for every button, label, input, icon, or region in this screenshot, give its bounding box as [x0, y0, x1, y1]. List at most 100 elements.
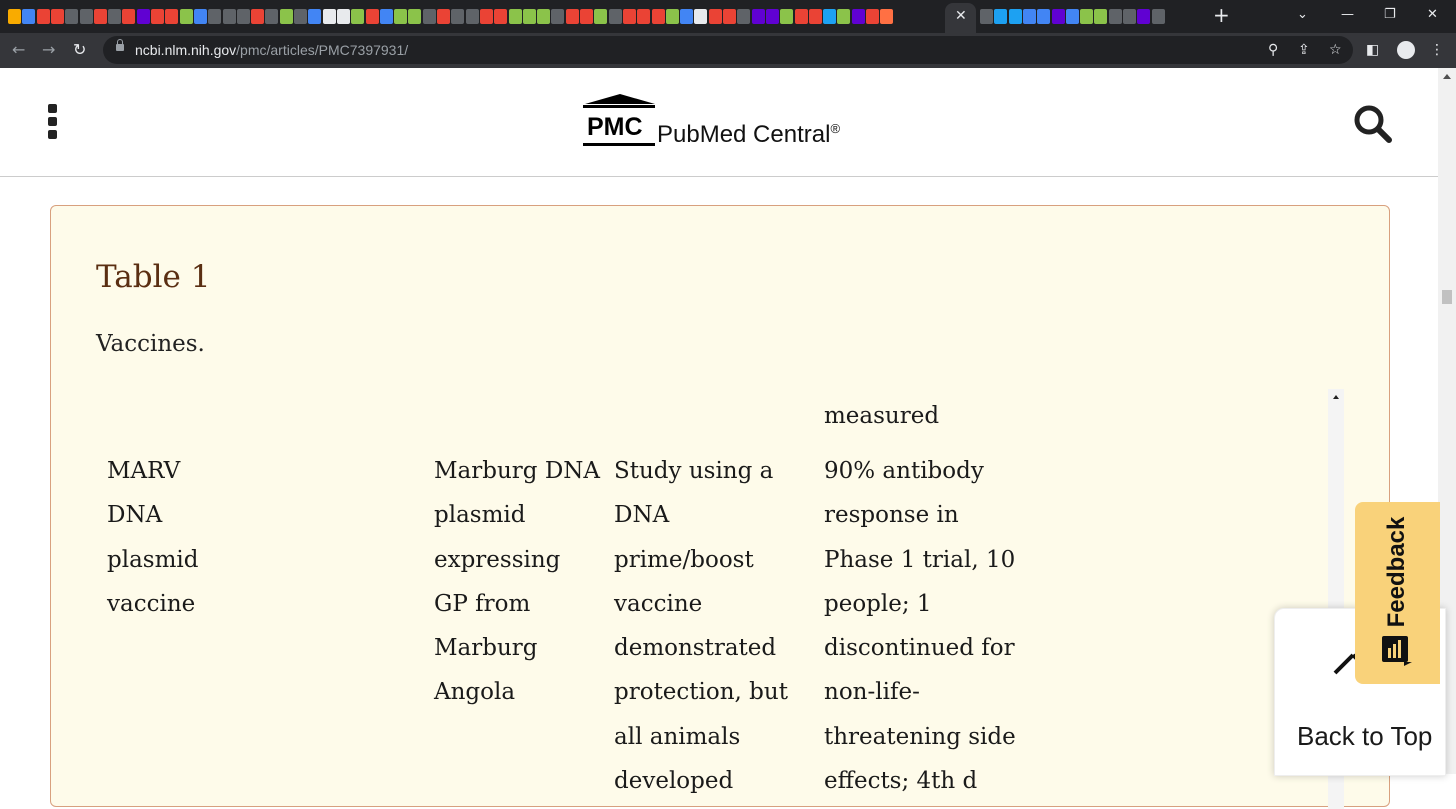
search-icon[interactable] [1352, 103, 1392, 143]
tab-favicon-icon[interactable] [151, 9, 164, 24]
tab-favicon-icon[interactable] [851, 9, 865, 24]
bookmark-star-icon[interactable]: ☆ [1329, 41, 1342, 59]
tab-favicon-icon[interactable] [837, 9, 851, 24]
tab-favicon-icon[interactable] [808, 9, 822, 24]
tab-favicon-icon[interactable] [751, 9, 765, 24]
close-tab-icon[interactable]: ✕ [955, 7, 967, 25]
tab-favicon-icon[interactable] [308, 9, 322, 24]
tab-favicon-icon[interactable] [980, 9, 993, 24]
tab-favicon-icon[interactable] [994, 9, 1008, 24]
tab-favicon-icon[interactable] [637, 9, 651, 24]
tab-favicon-icon[interactable] [780, 9, 794, 24]
tab-favicon-icon[interactable] [251, 9, 265, 24]
minimize-icon[interactable]: — [1341, 6, 1354, 24]
tab-favicon-icon[interactable] [222, 9, 236, 24]
tab-favicon-icon[interactable] [680, 9, 694, 24]
reload-icon[interactable]: ↻ [73, 41, 86, 59]
tab-favicon-icon[interactable] [1037, 9, 1051, 24]
tab-favicon-icon[interactable] [1022, 9, 1036, 24]
tab-favicon-icon[interactable] [422, 9, 436, 24]
tab-favicon-icon[interactable] [794, 9, 808, 24]
tab-favicon-icon[interactable] [622, 9, 636, 24]
tab-favicon-icon[interactable] [1094, 9, 1108, 24]
pmc-logo[interactable]: PMC [583, 94, 659, 148]
page-scrollbar-thumb[interactable] [1442, 290, 1452, 304]
feedback-button[interactable]: Feedback [1355, 502, 1440, 684]
tab-favicon-icon[interactable] [336, 9, 350, 24]
chrome-menu-icon[interactable]: ⋮ [1430, 41, 1444, 59]
tab-favicon-icon[interactable] [494, 9, 508, 24]
tab-favicon-icon[interactable] [1080, 9, 1094, 24]
tab-favicon-icon[interactable] [765, 9, 779, 24]
tab-favicon-icon[interactable] [866, 9, 879, 24]
tab-favicon-icon[interactable] [723, 9, 736, 24]
scroll-up-arrow-icon[interactable] [1443, 74, 1451, 79]
tab-favicon-icon[interactable] [737, 9, 751, 24]
tab-favicon-icon[interactable] [136, 9, 150, 24]
tab-favicon-icon[interactable] [823, 9, 837, 24]
tab-favicon-icon[interactable] [394, 9, 408, 24]
tab-favicon-icon[interactable] [8, 9, 21, 24]
tab-favicon-icon[interactable] [279, 9, 293, 24]
tab-favicon-icon[interactable] [165, 9, 179, 24]
tab-favicon-icon[interactable] [1137, 9, 1151, 24]
restore-icon[interactable]: ❐ [1384, 6, 1396, 24]
tab-favicon-icon[interactable] [108, 9, 122, 24]
tab-favicon-icon[interactable] [522, 9, 536, 24]
url-text[interactable]: ncbi.nlm.nih.gov/pmc/articles/PMC7397931… [135, 42, 408, 58]
tab-favicon-icon[interactable] [379, 9, 393, 24]
tab-favicon-icon[interactable] [122, 9, 136, 24]
more-menu-icon[interactable] [48, 104, 60, 140]
close-window-icon[interactable]: ✕ [1427, 6, 1438, 24]
tab-favicon-icon[interactable] [365, 9, 379, 24]
tab-favicon-icon[interactable] [665, 9, 679, 24]
tab-favicon-icon[interactable] [208, 9, 222, 24]
tab-favicon-icon[interactable] [22, 9, 36, 24]
tab-favicon-icon[interactable] [50, 9, 64, 24]
new-tab-icon[interactable]: + [1213, 4, 1230, 26]
address-bar[interactable]: ncbi.nlm.nih.gov/pmc/articles/PMC7397931… [103, 36, 1353, 64]
tab-favicon-icon[interactable] [179, 9, 193, 24]
tab-favicon-icon[interactable] [265, 9, 279, 24]
tab-favicon-icon[interactable] [437, 9, 450, 24]
tab-favicon-icon[interactable] [537, 9, 551, 24]
tab-favicon-icon[interactable] [79, 9, 93, 24]
tab-favicon-icon[interactable] [193, 9, 207, 24]
table-scroll-up-icon[interactable] [1333, 395, 1339, 399]
tab-favicon-icon[interactable] [1123, 9, 1136, 24]
tab-favicon-icon[interactable] [508, 9, 522, 24]
tab-favicon-icon[interactable] [580, 9, 593, 24]
tab-favicon-icon[interactable] [1008, 9, 1022, 24]
tab-favicon-icon[interactable] [1065, 9, 1079, 24]
tab-favicon-icon[interactable] [708, 9, 722, 24]
tab-favicon-icon[interactable] [93, 9, 107, 24]
tab-favicon-icon[interactable] [694, 9, 708, 24]
tab-favicon-icon[interactable] [479, 9, 493, 24]
profile-avatar-icon[interactable] [1397, 41, 1415, 59]
zoom-icon[interactable]: ⚲ [1268, 41, 1278, 59]
tab-favicon-icon[interactable] [351, 9, 365, 24]
tab-favicon-icon[interactable] [322, 9, 336, 24]
forward-icon[interactable]: → [42, 41, 55, 59]
pmc-logo-name[interactable]: PubMed Central® [657, 115, 840, 149]
tab-favicon-icon[interactable] [65, 9, 79, 24]
tab-favicon-icon[interactable] [1151, 9, 1165, 24]
side-panel-icon[interactable]: ◧ [1366, 41, 1379, 59]
tab-search-icon[interactable]: ⌄ [1297, 6, 1308, 24]
tab-favicon-icon[interactable] [408, 9, 422, 24]
tab-favicon-icon[interactable] [1051, 9, 1065, 24]
tab-favicon-icon[interactable] [294, 9, 307, 24]
tab-favicon-icon[interactable] [451, 9, 465, 24]
tab-favicon-icon[interactable] [36, 9, 50, 24]
tab-favicon-icon[interactable] [594, 9, 608, 24]
tab-favicon-icon[interactable] [565, 9, 579, 24]
tab-favicon-icon[interactable] [236, 9, 250, 24]
tab-favicon-icon[interactable] [880, 9, 894, 24]
tab-favicon-icon[interactable] [465, 9, 479, 24]
back-icon[interactable]: ← [12, 41, 25, 59]
tab-favicon-icon[interactable] [551, 9, 565, 24]
tab-favicon-icon[interactable] [1108, 9, 1122, 24]
tab-favicon-icon[interactable] [651, 9, 665, 24]
tab-favicon-icon[interactable] [608, 9, 622, 24]
share-icon[interactable]: ⇪ [1298, 41, 1310, 59]
